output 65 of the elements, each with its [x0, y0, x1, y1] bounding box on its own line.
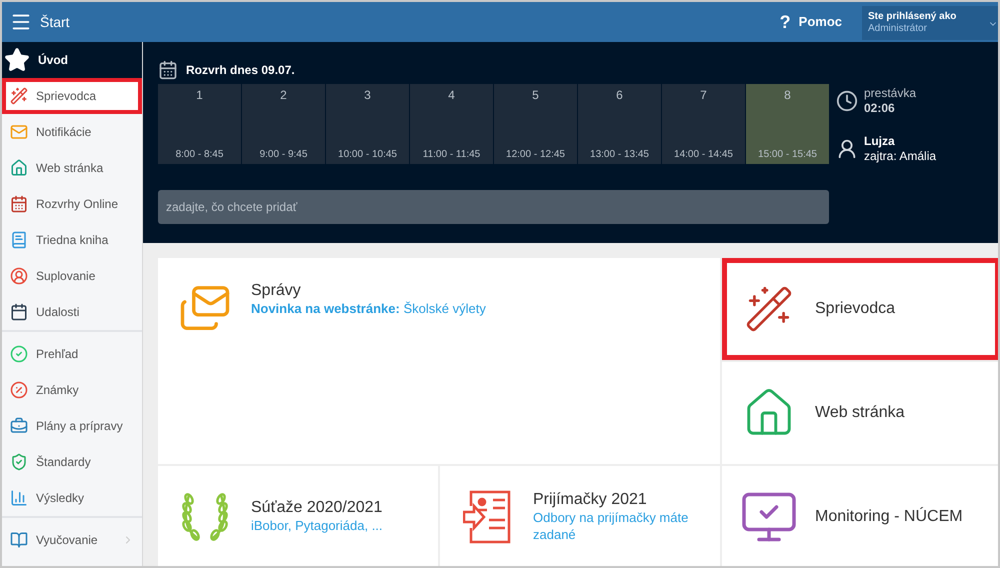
duty-name: Lujza — [864, 134, 896, 149]
break-time: 02:06 — [864, 101, 896, 116]
lesson-cell[interactable]: 1 8:00 - 8:45 — [158, 84, 241, 164]
star-icon — [4, 47, 30, 73]
user-icon — [10, 267, 28, 285]
sidebar-item[interactable]: Plány a prípravy — [2, 408, 142, 444]
lesson-cell[interactable]: 6 13:00 - 13:45 — [578, 84, 661, 164]
magic-wand-icon — [744, 284, 794, 334]
open-book-icon — [10, 531, 28, 549]
calendar-icon — [10, 195, 28, 213]
help-button[interactable]: ? Pomoc — [780, 8, 842, 36]
laurel-icon — [179, 490, 231, 542]
tile-title: Web stránka — [815, 403, 905, 423]
sidebar-item[interactable]: Štandardy — [2, 444, 142, 480]
dashboard-tile[interactable]: Správy Novinka na webstránke: Školské výlety — [158, 258, 720, 464]
sidebar-item[interactable]: Triedna kniha — [2, 222, 142, 258]
dashboard-tile[interactable]: Web stránka — [722, 362, 998, 464]
schedule-title: Rozvrh dnes 09.07. — [186, 62, 295, 79]
user-dropdown[interactable]: Ste prihlásený ako Administrátor — [862, 6, 998, 40]
tile-subtitle: iBobor, Pytagoriáda, ... — [251, 518, 383, 535]
dashboard-tile[interactable]: Sprievodca — [722, 258, 998, 360]
shield-icon — [10, 453, 28, 471]
calendar-icon — [158, 60, 178, 80]
sidebar-item[interactable]: Web stránka — [2, 150, 142, 186]
calendar-icon — [10, 303, 28, 321]
tile-title: Monitoring - NÚCEM — [815, 506, 963, 526]
book-icon — [10, 231, 28, 249]
dashboard-tile[interactable]: Prijímačky 2021 Odbory na prijímačky máte zadané — [440, 466, 720, 566]
break-label: prestávka — [864, 86, 916, 101]
envelope-icon — [10, 123, 28, 141]
add-field[interactable]: zadajte, čo chcete pridať — [158, 190, 829, 224]
person-icon — [836, 138, 858, 160]
sidebar-item[interactable]: Notifikácie — [2, 114, 142, 150]
sidebar-item[interactable]: Rozvrhy Online — [2, 186, 142, 222]
sidebar-item[interactable]: Suplovanie — [2, 258, 142, 294]
duty-tomorrow: zajtra: Amália — [864, 149, 936, 164]
sidebar-item[interactable]: Vyučovanie — [2, 522, 142, 558]
tile-subtitle: Novinka na webstránke: Školské výlety — [251, 301, 486, 318]
dashboard-tile[interactable]: Monitoring - NÚCEM — [722, 466, 998, 566]
lesson-cell[interactable]: 4 11:00 - 11:45 — [410, 84, 493, 164]
sidebar-header[interactable]: Úvod — [2, 42, 142, 78]
clock-icon — [836, 90, 858, 112]
sidebar-item[interactable]: Sprievodca — [2, 78, 142, 114]
tile-title: Súťaže 2020/2021 — [251, 498, 383, 518]
sidebar-item[interactable]: Udalosti — [2, 294, 142, 330]
form-icon — [463, 490, 511, 544]
lesson-cell[interactable]: 2 9:00 - 9:45 — [242, 84, 325, 164]
bar-chart-icon — [10, 489, 28, 507]
tile-title: Prijímačky 2021 — [533, 490, 648, 510]
sidebar-item[interactable]: Výsledky — [2, 480, 142, 516]
sidebar-item[interactable]: Známky — [2, 372, 142, 408]
tile-title: Sprievodca — [815, 299, 896, 319]
tile-title: Správy — [251, 281, 302, 301]
briefcase-icon — [10, 417, 28, 435]
tile-subtitle: Odbory na prijímačky máte zadané — [533, 510, 690, 543]
dashboard-tile[interactable]: Súťaže 2020/2021 iBobor, Pytagoriáda, ... — [158, 466, 438, 566]
lesson-cell[interactable]: 8 15:00 - 15:45 — [746, 84, 829, 164]
check-circle-icon — [10, 345, 28, 363]
page-title: Štart — [40, 12, 70, 32]
lesson-cell[interactable]: 7 14:00 - 14:45 — [662, 84, 745, 164]
sidebar-item[interactable]: Prehľad — [2, 336, 142, 372]
lesson-cell[interactable]: 3 10:00 - 10:45 — [326, 84, 409, 164]
magic-wand-icon — [10, 87, 28, 105]
house-icon — [10, 159, 28, 177]
lesson-cell[interactable]: 5 12:00 - 12:45 — [494, 84, 577, 164]
